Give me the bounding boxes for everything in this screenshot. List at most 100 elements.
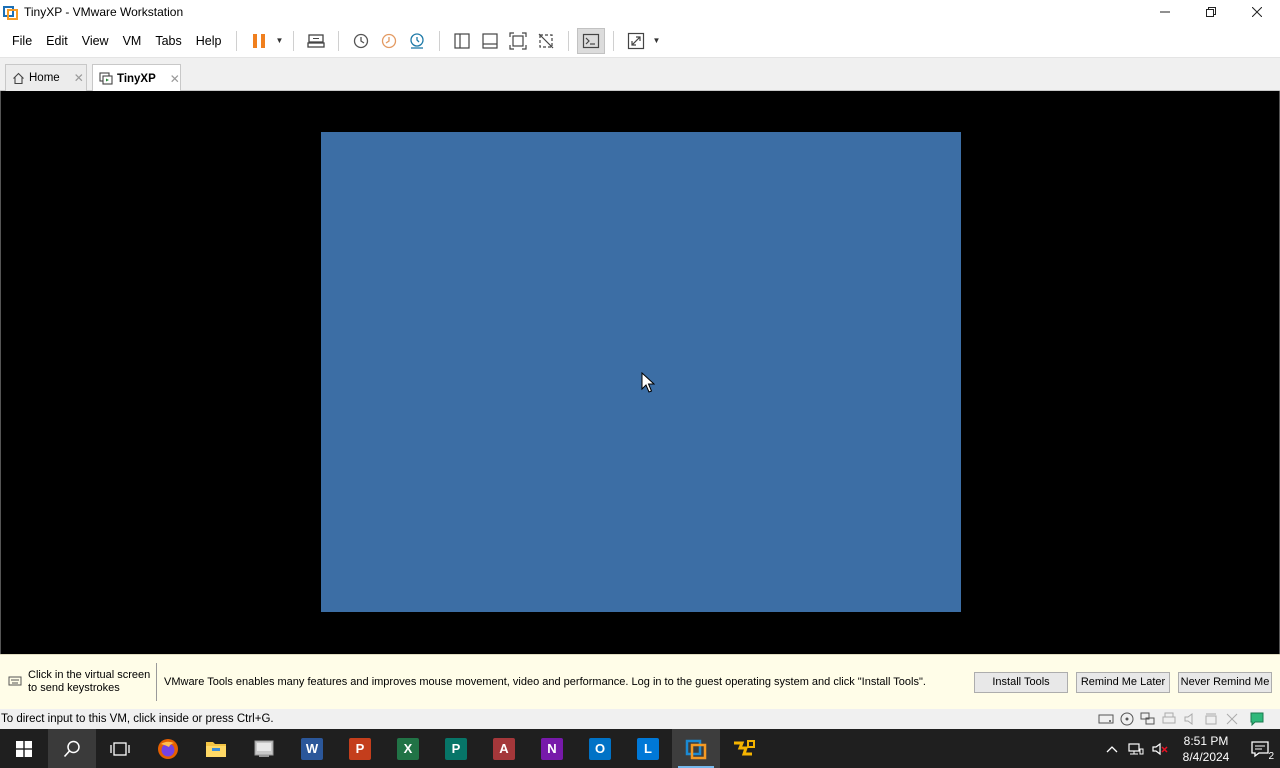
- printer-icon[interactable]: [1158, 710, 1179, 728]
- menu-file[interactable]: File: [5, 24, 39, 58]
- window-title: TinyXP - VMware Workstation: [24, 5, 184, 19]
- taskbar-lync[interactable]: L: [624, 729, 672, 768]
- tab-tinyxp[interactable]: TinyXP ✕: [92, 64, 181, 92]
- revert-snapshot-icon: [382, 33, 397, 48]
- tab-tinyxp-close-icon[interactable]: ✕: [170, 72, 180, 86]
- thumbnail-bar-button[interactable]: [476, 28, 504, 54]
- vmware-player-icon: [734, 739, 755, 755]
- task-view-button[interactable]: [96, 729, 144, 768]
- taskbar-onenote[interactable]: N: [528, 729, 576, 768]
- publisher-icon: P: [445, 737, 467, 760]
- notification-message: VMware Tools enables many features and i…: [164, 676, 926, 688]
- message-log-icon[interactable]: [1242, 710, 1272, 728]
- tab-tinyxp-label: TinyXP: [117, 72, 156, 85]
- send-ctrl-alt-del-icon: [307, 33, 326, 48]
- clock-time: 8:51 PM: [1183, 733, 1229, 748]
- show-library-icon: [454, 32, 471, 49]
- vmware-workstation-icon: [685, 739, 707, 759]
- powerpoint-icon: P: [349, 737, 371, 760]
- vmware-logo-icon: [3, 4, 19, 20]
- taskbar-vmware-workstation[interactable]: [672, 729, 720, 768]
- revert-snapshot-button[interactable]: [375, 28, 403, 54]
- snapshot-icon: [354, 33, 369, 48]
- home-icon: [12, 72, 25, 85]
- taskbar-clock[interactable]: 8:51 PM 8/4/2024: [1172, 733, 1240, 765]
- taskbar-generic-app[interactable]: [240, 729, 288, 768]
- system-tray: 8:51 PM 8/4/2024 2: [1100, 729, 1280, 768]
- console-view-icon: [583, 33, 600, 48]
- taskbar-firefox[interactable]: [144, 729, 192, 768]
- snapshot-manager-button[interactable]: [403, 28, 431, 54]
- taskbar-excel[interactable]: X: [384, 729, 432, 768]
- tab-home-close-icon[interactable]: ✕: [74, 71, 84, 85]
- menu-help[interactable]: Help: [189, 24, 229, 58]
- send-ctrl-alt-del-button[interactable]: [302, 28, 330, 54]
- click-hint: Click in the virtual screen to send keys…: [0, 663, 157, 701]
- title-bar: TinyXP - VMware Workstation: [0, 0, 1280, 24]
- vm-icon: [99, 72, 113, 85]
- show-library-button[interactable]: [448, 28, 476, 54]
- thumbnail-bar-icon: [482, 32, 499, 49]
- window-controls: [1142, 0, 1280, 24]
- stretch-guest-icon: [628, 32, 645, 49]
- menu-view[interactable]: View: [75, 24, 116, 58]
- lync-icon: L: [637, 737, 659, 760]
- action-center-button[interactable]: 2: [1240, 729, 1280, 768]
- folder-icon: [206, 741, 226, 757]
- app-window-icon: [254, 740, 274, 757]
- close-button[interactable]: [1234, 0, 1280, 24]
- minimize-button[interactable]: [1142, 0, 1188, 24]
- take-snapshot-button[interactable]: [347, 28, 375, 54]
- display-icon[interactable]: [1221, 710, 1242, 728]
- notification-count-badge: 2: [1268, 751, 1274, 762]
- stretch-dropdown-arrow[interactable]: ▼: [650, 28, 662, 54]
- sound-card-icon[interactable]: [1179, 710, 1200, 728]
- mouse-cursor-icon: [641, 372, 655, 393]
- clock-date: 8/4/2024: [1182, 749, 1230, 764]
- taskbar-access[interactable]: A: [480, 729, 528, 768]
- tab-home-label: Home: [29, 72, 60, 84]
- taskbar-vmware-player[interactable]: [720, 729, 768, 768]
- guest-screen[interactable]: [321, 132, 961, 612]
- start-button[interactable]: [0, 729, 48, 768]
- menu-vm[interactable]: VM: [116, 24, 149, 58]
- tab-home[interactable]: Home ✕: [5, 64, 87, 91]
- usb-icon[interactable]: [1200, 710, 1221, 728]
- stretch-guest-button[interactable]: [622, 28, 650, 54]
- menu-edit[interactable]: Edit: [39, 24, 75, 58]
- taskbar-word[interactable]: W: [288, 729, 336, 768]
- never-remind-me-button[interactable]: Never Remind Me: [1178, 671, 1272, 693]
- onenote-icon: N: [541, 737, 563, 760]
- taskbar-outlook[interactable]: O: [576, 729, 624, 768]
- toolbar-separator: [338, 30, 340, 51]
- taskbar-file-explorer[interactable]: [192, 729, 240, 768]
- console-view-button[interactable]: [577, 27, 606, 54]
- snapshot-manager-icon: [410, 32, 425, 49]
- action-center-icon: [1251, 740, 1269, 757]
- full-screen-button[interactable]: [504, 28, 532, 54]
- show-hidden-icons-chevron-icon[interactable]: [1100, 729, 1124, 768]
- status-bar: To direct input to this VM, click inside…: [0, 709, 1280, 729]
- full-screen-icon: [509, 31, 528, 50]
- word-icon: W: [301, 737, 323, 760]
- search-button[interactable]: [48, 729, 96, 768]
- volume-muted-icon[interactable]: [1148, 729, 1172, 768]
- remind-me-later-button[interactable]: Remind Me Later: [1076, 671, 1170, 693]
- cd-dvd-icon[interactable]: [1116, 710, 1137, 728]
- power-dropdown-arrow[interactable]: ▼: [273, 28, 285, 54]
- taskbar-publisher[interactable]: P: [432, 729, 480, 768]
- install-tools-button[interactable]: Install Tools: [974, 671, 1068, 693]
- menu-tabs[interactable]: Tabs: [148, 24, 188, 58]
- windows-logo-icon: [16, 740, 32, 757]
- restore-button[interactable]: [1188, 0, 1234, 24]
- vm-console[interactable]: [0, 91, 1280, 654]
- network-icon[interactable]: [1124, 729, 1148, 768]
- taskbar-powerpoint[interactable]: P: [336, 729, 384, 768]
- toolbar-separator: [439, 30, 441, 51]
- unity-button[interactable]: [532, 28, 560, 54]
- pause-button[interactable]: [245, 28, 273, 54]
- toolbar-separator: [568, 30, 570, 51]
- unity-icon: [539, 33, 554, 48]
- hard-disk-icon[interactable]: [1095, 710, 1116, 728]
- network-adapter-icon[interactable]: [1137, 710, 1158, 728]
